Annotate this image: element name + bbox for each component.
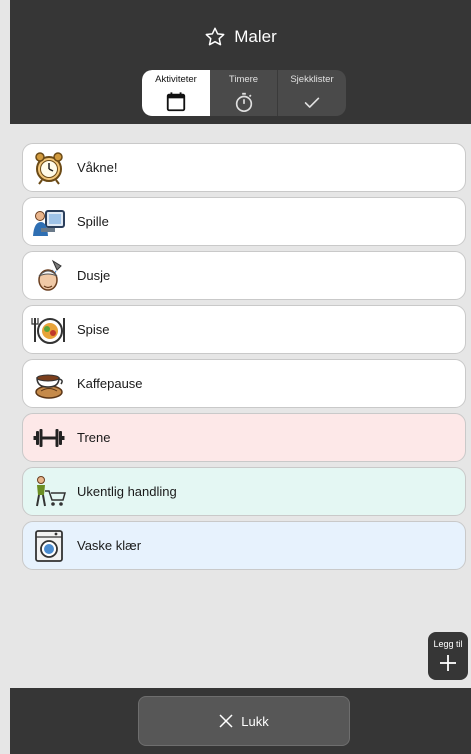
tab-timers-label: Timere [228,74,259,85]
list-item-laundry[interactable]: Vaske klær [22,521,466,570]
list-item-exercise[interactable]: Trene [22,413,466,462]
star-outline-icon [205,27,225,46]
template-list: Våkne! Spille Dusje Spise Kaffepause Tre… [22,143,466,575]
calendar-icon [166,92,186,112]
washing-machine-icon [35,529,63,562]
list-item-label: Spise [77,322,110,337]
computer-player-icon [33,209,65,236]
plate-cutlery-icon [31,317,65,344]
tab-checklists-label: Sjekklister [290,74,334,85]
list-item-weekly-shopping[interactable]: Ukentlig handling [22,467,466,516]
tab-activities[interactable]: Aktiviteter [142,70,210,116]
shower-icon [38,259,62,291]
page-title: Maler [10,24,471,50]
footer-bar: Lukk [10,688,471,754]
header-bar: Maler Aktiviteter Timere Sjekklister [10,0,471,124]
tab-checklists[interactable]: Sjekklister [278,70,346,116]
close-button-label: Lukk [241,713,269,729]
tab-activities-label: Aktiviteter [155,74,197,85]
list-item-label: Kaffepause [77,376,143,391]
close-button[interactable]: Lukk [138,696,350,746]
add-template-label: Legg til [433,639,463,649]
dumbbell-icon [33,428,65,447]
checkmark-icon [304,97,320,108]
list-item-label: Dusje [77,268,111,283]
stopwatch-icon [235,92,252,112]
list-item-wake-up[interactable]: Våkne! [22,143,466,192]
list-item-coffee-break[interactable]: Kaffepause [22,359,466,408]
list-item-label: Våkne! [77,160,118,175]
tab-switcher: Aktiviteter Timere Sjekklister [142,70,346,116]
list-item-label: Ukentlig handling [77,484,177,499]
shopping-cart-icon [36,475,66,506]
close-icon [219,714,233,728]
list-item-eat[interactable]: Spise [22,305,466,354]
list-item-label: Spille [77,214,109,229]
coffee-cup-icon [35,374,63,399]
list-item-label: Vaske klær [77,538,142,553]
list-item-label: Trene [77,430,111,445]
list-item-play[interactable]: Spille [22,197,466,246]
alarm-clock-icon [35,151,63,185]
tab-timers[interactable]: Timere [210,70,278,116]
page-title-text: Maler [234,27,277,46]
list-item-shower[interactable]: Dusje [22,251,466,300]
plus-icon [440,655,456,671]
add-template-button[interactable]: Legg til [428,632,468,680]
templates-screen: Maler Aktiviteter Timere Sjekklister Våk… [10,0,471,754]
